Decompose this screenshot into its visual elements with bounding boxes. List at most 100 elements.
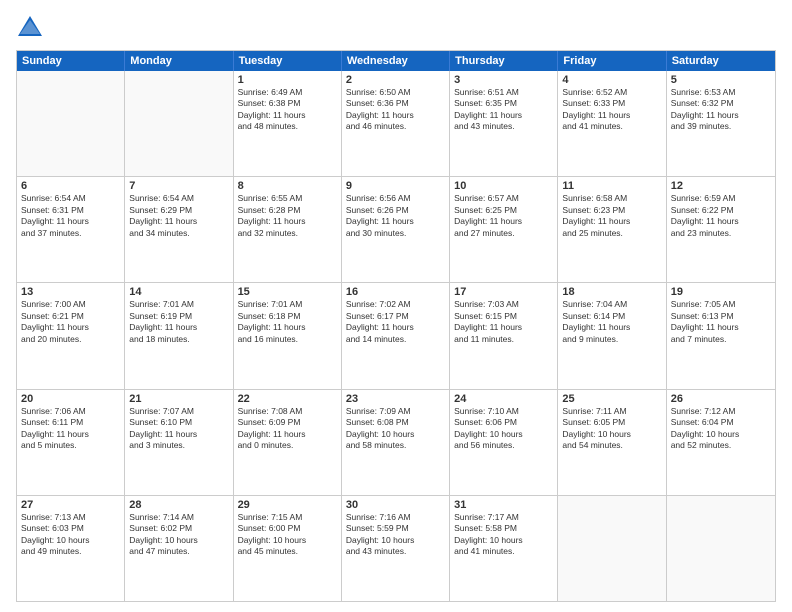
empty-cell bbox=[17, 71, 125, 176]
day-number: 17 bbox=[454, 286, 553, 298]
cell-line: Sunset: 6:29 PM bbox=[129, 205, 228, 216]
cell-line: Sunrise: 7:07 AM bbox=[129, 406, 228, 417]
cell-line: Sunrise: 7:01 AM bbox=[238, 299, 337, 310]
cell-line: and 3 minutes. bbox=[129, 440, 228, 451]
day-number: 29 bbox=[238, 499, 337, 511]
calendar: SundayMondayTuesdayWednesdayThursdayFrid… bbox=[16, 50, 776, 602]
cell-line: and 9 minutes. bbox=[562, 334, 661, 345]
page: SundayMondayTuesdayWednesdayThursdayFrid… bbox=[0, 0, 792, 612]
day-cell-25: 25Sunrise: 7:11 AMSunset: 6:05 PMDayligh… bbox=[558, 390, 666, 495]
cell-line: Daylight: 10 hours bbox=[454, 535, 553, 546]
day-number: 16 bbox=[346, 286, 445, 298]
cell-line: Daylight: 11 hours bbox=[346, 110, 445, 121]
cell-line: and 46 minutes. bbox=[346, 121, 445, 132]
cell-line: Sunrise: 6:56 AM bbox=[346, 193, 445, 204]
cell-line: Sunrise: 7:06 AM bbox=[21, 406, 120, 417]
cell-line: and 23 minutes. bbox=[671, 228, 771, 239]
day-number: 7 bbox=[129, 180, 228, 192]
day-cell-11: 11Sunrise: 6:58 AMSunset: 6:23 PMDayligh… bbox=[558, 177, 666, 282]
cell-line: Sunset: 5:59 PM bbox=[346, 523, 445, 534]
day-number: 2 bbox=[346, 74, 445, 86]
cell-line: Daylight: 11 hours bbox=[21, 429, 120, 440]
day-number: 4 bbox=[562, 74, 661, 86]
day-cell-26: 26Sunrise: 7:12 AMSunset: 6:04 PMDayligh… bbox=[667, 390, 775, 495]
cell-line: Sunrise: 7:13 AM bbox=[21, 512, 120, 523]
cell-line: and 48 minutes. bbox=[238, 121, 337, 132]
day-header-monday: Monday bbox=[125, 51, 233, 71]
cell-line: Daylight: 10 hours bbox=[129, 535, 228, 546]
cell-line: Daylight: 11 hours bbox=[562, 322, 661, 333]
cell-line: Sunset: 6:25 PM bbox=[454, 205, 553, 216]
cell-line: and 45 minutes. bbox=[238, 546, 337, 557]
week-row-5: 27Sunrise: 7:13 AMSunset: 6:03 PMDayligh… bbox=[17, 495, 775, 601]
cell-line: and 47 minutes. bbox=[129, 546, 228, 557]
cell-line: Sunrise: 7:00 AM bbox=[21, 299, 120, 310]
header bbox=[16, 14, 776, 42]
cell-line: and 58 minutes. bbox=[346, 440, 445, 451]
cell-line: Sunrise: 6:49 AM bbox=[238, 87, 337, 98]
cell-line: and 16 minutes. bbox=[238, 334, 337, 345]
day-cell-22: 22Sunrise: 7:08 AMSunset: 6:09 PMDayligh… bbox=[234, 390, 342, 495]
day-cell-31: 31Sunrise: 7:17 AMSunset: 5:58 PMDayligh… bbox=[450, 496, 558, 601]
cell-line: Sunset: 6:35 PM bbox=[454, 98, 553, 109]
cell-line: and 32 minutes. bbox=[238, 228, 337, 239]
cell-line: and 56 minutes. bbox=[454, 440, 553, 451]
week-row-3: 13Sunrise: 7:00 AMSunset: 6:21 PMDayligh… bbox=[17, 282, 775, 388]
cell-line: Daylight: 10 hours bbox=[346, 535, 445, 546]
cell-line: Daylight: 11 hours bbox=[21, 322, 120, 333]
day-cell-23: 23Sunrise: 7:09 AMSunset: 6:08 PMDayligh… bbox=[342, 390, 450, 495]
cell-line: Daylight: 10 hours bbox=[346, 429, 445, 440]
day-number: 12 bbox=[671, 180, 771, 192]
empty-cell bbox=[558, 496, 666, 601]
cell-line: and 37 minutes. bbox=[21, 228, 120, 239]
day-cell-14: 14Sunrise: 7:01 AMSunset: 6:19 PMDayligh… bbox=[125, 283, 233, 388]
cell-line: Sunset: 6:13 PM bbox=[671, 311, 771, 322]
day-cell-17: 17Sunrise: 7:03 AMSunset: 6:15 PMDayligh… bbox=[450, 283, 558, 388]
cell-line: and 5 minutes. bbox=[21, 440, 120, 451]
logo bbox=[16, 14, 48, 42]
cell-line: Sunrise: 6:59 AM bbox=[671, 193, 771, 204]
cell-line: Sunset: 6:26 PM bbox=[346, 205, 445, 216]
cell-line: Sunrise: 6:50 AM bbox=[346, 87, 445, 98]
cell-line: Sunrise: 6:57 AM bbox=[454, 193, 553, 204]
day-number: 26 bbox=[671, 393, 771, 405]
cell-line: Daylight: 11 hours bbox=[238, 322, 337, 333]
cell-line: Sunset: 5:58 PM bbox=[454, 523, 553, 534]
cell-line: and 7 minutes. bbox=[671, 334, 771, 345]
day-number: 25 bbox=[562, 393, 661, 405]
day-number: 18 bbox=[562, 286, 661, 298]
cell-line: Daylight: 10 hours bbox=[562, 429, 661, 440]
cell-line: Sunset: 6:00 PM bbox=[238, 523, 337, 534]
cell-line: Sunset: 6:36 PM bbox=[346, 98, 445, 109]
day-number: 28 bbox=[129, 499, 228, 511]
cell-line: Sunrise: 6:55 AM bbox=[238, 193, 337, 204]
cell-line: Sunrise: 6:53 AM bbox=[671, 87, 771, 98]
day-header-sunday: Sunday bbox=[17, 51, 125, 71]
day-cell-7: 7Sunrise: 6:54 AMSunset: 6:29 PMDaylight… bbox=[125, 177, 233, 282]
cell-line: Daylight: 11 hours bbox=[454, 110, 553, 121]
day-cell-9: 9Sunrise: 6:56 AMSunset: 6:26 PMDaylight… bbox=[342, 177, 450, 282]
day-header-wednesday: Wednesday bbox=[342, 51, 450, 71]
cell-line: Daylight: 11 hours bbox=[129, 216, 228, 227]
cell-line: Daylight: 11 hours bbox=[346, 216, 445, 227]
day-number: 19 bbox=[671, 286, 771, 298]
cell-line: Daylight: 11 hours bbox=[21, 216, 120, 227]
cell-line: and 0 minutes. bbox=[238, 440, 337, 451]
day-number: 5 bbox=[671, 74, 771, 86]
day-cell-20: 20Sunrise: 7:06 AMSunset: 6:11 PMDayligh… bbox=[17, 390, 125, 495]
day-cell-29: 29Sunrise: 7:15 AMSunset: 6:00 PMDayligh… bbox=[234, 496, 342, 601]
week-row-1: 1Sunrise: 6:49 AMSunset: 6:38 PMDaylight… bbox=[17, 71, 775, 176]
cell-line: Sunset: 6:31 PM bbox=[21, 205, 120, 216]
cell-line: Sunrise: 7:14 AM bbox=[129, 512, 228, 523]
cell-line: Daylight: 11 hours bbox=[238, 429, 337, 440]
cell-line: Daylight: 11 hours bbox=[562, 216, 661, 227]
cell-line: Sunset: 6:08 PM bbox=[346, 417, 445, 428]
cell-line: Sunset: 6:14 PM bbox=[562, 311, 661, 322]
cell-line: Sunrise: 6:54 AM bbox=[129, 193, 228, 204]
day-header-tuesday: Tuesday bbox=[234, 51, 342, 71]
cell-line: Sunrise: 7:04 AM bbox=[562, 299, 661, 310]
day-cell-16: 16Sunrise: 7:02 AMSunset: 6:17 PMDayligh… bbox=[342, 283, 450, 388]
day-cell-3: 3Sunrise: 6:51 AMSunset: 6:35 PMDaylight… bbox=[450, 71, 558, 176]
cell-line: Sunset: 6:28 PM bbox=[238, 205, 337, 216]
day-number: 15 bbox=[238, 286, 337, 298]
